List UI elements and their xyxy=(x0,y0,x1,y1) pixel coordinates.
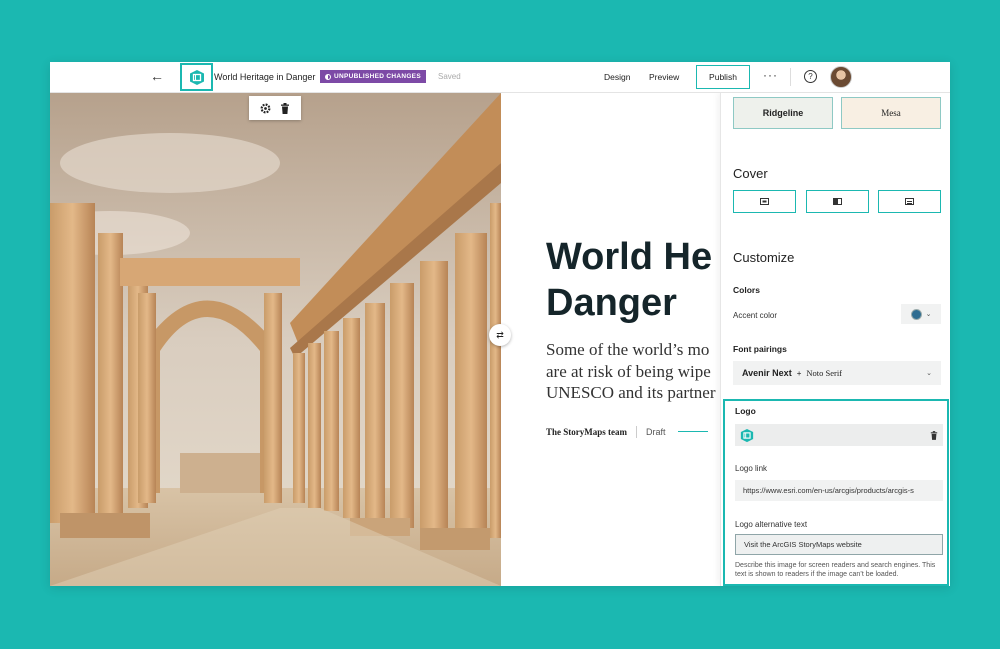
half-circle-icon xyxy=(325,73,331,80)
story-title[interactable]: World Heritage in Danger xyxy=(214,72,315,82)
font-plus: + xyxy=(796,368,802,378)
divider xyxy=(790,68,791,86)
logo-link-label: Logo link xyxy=(735,464,768,473)
color-swatch xyxy=(910,308,922,320)
trash-icon[interactable] xyxy=(280,102,290,114)
status-badge-label: UNPUBLISHED CHANGES xyxy=(334,73,421,80)
avatar[interactable] xyxy=(830,66,852,88)
theme-mesa-button[interactable]: Mesa xyxy=(841,97,941,129)
font-pairing-select[interactable]: Avenir Next + Noto Serif ⌄ xyxy=(733,361,941,385)
story-status: Draft xyxy=(646,426,666,437)
storymaps-logo-icon xyxy=(740,428,754,442)
gear-icon[interactable] xyxy=(260,103,271,114)
cover-full-option[interactable] xyxy=(733,190,796,213)
story-logo-button[interactable] xyxy=(180,63,213,91)
chevron-down-icon: ⌄ xyxy=(926,370,932,377)
primary-font: Avenir Next xyxy=(742,368,792,378)
cover-side-icon xyxy=(833,198,842,205)
app-window: ← World Heritage in Danger UNPUBLISHED C… xyxy=(50,62,950,586)
logo-alt-text-help: Describe this image for screen readers a… xyxy=(735,562,936,578)
byline-rule xyxy=(677,431,708,432)
logo-link-input[interactable]: https://www.esri.com/en-us/arcgis/produc… xyxy=(735,480,943,501)
tab-preview[interactable]: Preview xyxy=(649,72,679,82)
cover-side-by-side-option[interactable] xyxy=(806,190,869,213)
more-options-button[interactable]: ··· xyxy=(763,68,778,82)
arrow-left-icon: ← xyxy=(150,68,164,84)
accent-color-label: Accent color xyxy=(733,311,778,320)
publish-button[interactable]: Publish xyxy=(696,65,750,89)
cover-full-icon xyxy=(760,198,769,205)
cover-minimal-icon xyxy=(905,198,914,205)
back-button[interactable]: ← xyxy=(150,68,164,84)
cover-minimal-option[interactable] xyxy=(878,190,941,213)
font-pairings-label: Font pairings xyxy=(733,344,787,354)
logo-alt-text-input[interactable]: Visit the ArcGIS StoryMaps website xyxy=(735,534,943,555)
top-bar: ← World Heritage in Danger UNPUBLISHED C… xyxy=(50,62,950,93)
secondary-font: Noto Serif xyxy=(806,368,843,378)
chevron-down-icon: ⌄ xyxy=(925,311,932,318)
logo-label: Logo xyxy=(735,406,756,416)
colonnade-ruins-image xyxy=(50,93,501,586)
cover-image[interactable] xyxy=(50,93,501,586)
tab-design[interactable]: Design xyxy=(604,72,630,82)
author-name[interactable]: The StoryMaps team xyxy=(546,427,627,437)
image-toolbar xyxy=(249,96,301,120)
colors-label: Colors xyxy=(733,285,760,295)
swap-arrows-icon: ⇄ xyxy=(496,329,504,340)
logo-section: Logo Logo link https://www.esri.com/en-u… xyxy=(723,399,949,586)
byline-divider xyxy=(636,425,637,438)
accent-color-picker[interactable]: ⌄ xyxy=(901,304,941,324)
status-badge: UNPUBLISHED CHANGES xyxy=(320,70,426,83)
saved-indicator: Saved xyxy=(438,72,461,81)
cover-section-title: Cover xyxy=(733,166,768,181)
swap-layout-button[interactable]: ⇄ xyxy=(489,324,511,346)
help-button[interactable]: ? xyxy=(804,70,817,83)
logo-alt-text-label: Logo alternative text xyxy=(735,520,808,529)
design-panel: Ridgeline Mesa Cover Customize Colors Ac… xyxy=(720,93,950,586)
storymaps-logo-icon xyxy=(189,69,204,85)
theme-ridgeline-button[interactable]: Ridgeline xyxy=(733,97,833,129)
logo-upload-row[interactable] xyxy=(735,424,943,446)
trash-icon[interactable] xyxy=(930,430,938,440)
customize-section-title: Customize xyxy=(733,250,795,265)
